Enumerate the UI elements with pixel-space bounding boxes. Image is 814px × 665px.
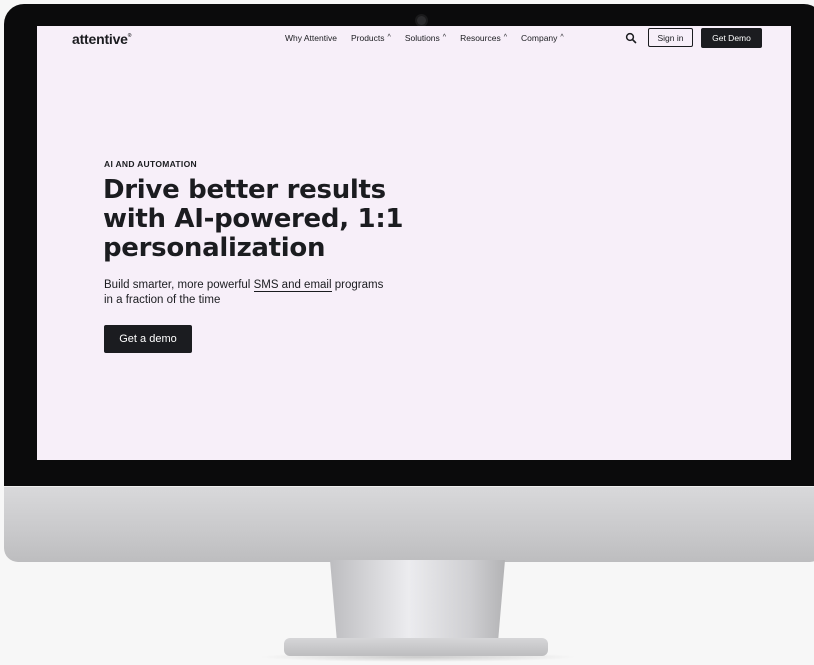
- hero-subtitle: Build smarter, more powerful SMS and ema…: [104, 278, 384, 308]
- sign-in-button[interactable]: Sign in: [648, 28, 693, 47]
- get-demo-button[interactable]: Get Demo: [701, 28, 762, 48]
- screen: attentive® Why Attentive Products ^ Solut…: [37, 26, 791, 460]
- search-icon[interactable]: [625, 32, 637, 44]
- camera-icon: [417, 16, 426, 25]
- nav-item-label: Why Attentive: [285, 33, 337, 43]
- monitor-stand: [330, 560, 505, 642]
- nav-item-label: Resources: [460, 33, 501, 43]
- sms-email-link[interactable]: SMS and email: [253, 279, 332, 292]
- hero-headline: Drive better results with AI-powered, 1:…: [103, 175, 404, 263]
- nav-item-label: Products: [350, 33, 385, 43]
- registered-mark-icon: ®: [127, 33, 132, 39]
- top-nav: attentive® Why Attentive Products ^ Solut…: [37, 26, 791, 52]
- nav-item-label: Company: [521, 33, 558, 43]
- logo-text: attentive: [72, 31, 128, 47]
- nav-item-label: Solutions: [404, 33, 440, 43]
- chevron-up-icon: ^: [503, 33, 508, 41]
- chevron-up-icon: ^: [560, 33, 564, 41]
- nav-item-why-attentive[interactable]: Why Attentive: [285, 33, 337, 43]
- nav-item-resources[interactable]: Resources ^: [460, 33, 507, 43]
- logo[interactable]: attentive®: [72, 31, 131, 47]
- nav-links: Why Attentive Products ^ Solutions ^ Resou…: [285, 33, 578, 43]
- monitor-chin: [4, 486, 814, 562]
- get-a-demo-button[interactable]: Get a demo: [104, 325, 192, 353]
- nav-item-company[interactable]: Company ^: [521, 33, 564, 43]
- subtitle-text: Build smarter, more powerful: [104, 279, 254, 291]
- chevron-up-icon: ^: [387, 33, 391, 41]
- nav-item-products[interactable]: Products ^: [351, 33, 391, 43]
- monitor-stand-base: [284, 638, 548, 656]
- chevron-up-icon: ^: [442, 33, 447, 41]
- eyebrow-label: AI AND AUTOMATION: [104, 159, 197, 169]
- nav-item-solutions[interactable]: Solutions ^: [405, 33, 446, 43]
